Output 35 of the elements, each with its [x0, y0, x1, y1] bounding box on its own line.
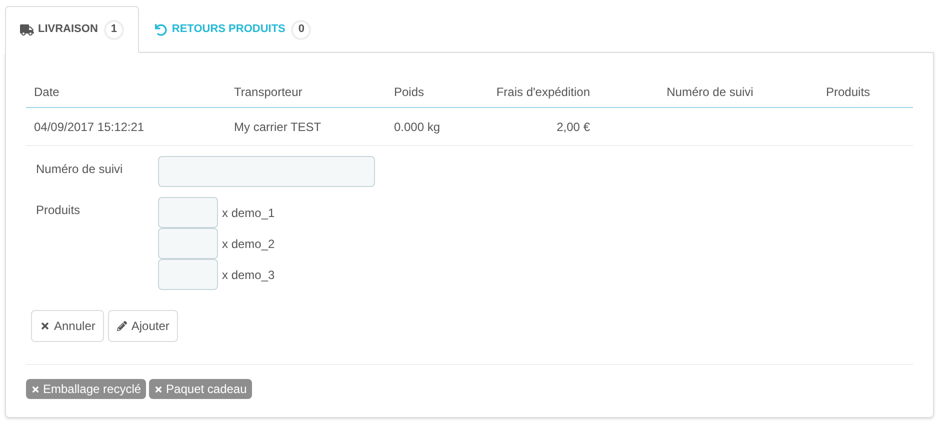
column-header: Produits: [825, 84, 872, 101]
field-label: Produits: [35, 202, 82, 219]
add-button[interactable]: Ajouter: [108, 310, 178, 342]
table-cell-text: 0.000 kg: [393, 118, 442, 136]
close-icon: [31, 384, 40, 394]
tracking-number-field[interactable]: [158, 156, 375, 187]
table-cell-text: 2,00 €: [556, 118, 591, 136]
quantity-field[interactable]: [158, 259, 218, 290]
column-header: Numéro de suivi: [666, 84, 754, 101]
tab-label: RETOURS PRODUITS: [172, 22, 286, 38]
close-icon: [40, 321, 50, 331]
tab-count: 0: [291, 20, 312, 40]
column-header: Date: [33, 84, 60, 101]
option-badge: Paquet cadeau: [149, 379, 252, 399]
table-cell-text: 04/09/2017 15:12:21: [33, 118, 146, 136]
column-header: Transporteur: [233, 84, 304, 101]
close-icon: [154, 384, 164, 394]
tab-count: 1: [104, 20, 124, 40]
option-badge: Emballage recyclé: [26, 379, 146, 399]
tab[interactable]: RETOURS PRODUITS 0: [138, 6, 326, 53]
undo-icon: [154, 24, 168, 36]
tab[interactable]: LIVRAISON 1: [5, 6, 139, 53]
cancel-button[interactable]: Annuler: [31, 310, 104, 342]
column-header: Frais d'expédition: [495, 84, 591, 101]
product-name: x demo_1: [222, 204, 275, 222]
column-header: Poids: [393, 84, 426, 101]
product-name: x demo_3: [222, 266, 275, 284]
product-name: x demo_2: [222, 236, 275, 252]
truck-icon: [20, 24, 34, 36]
field-label: Numéro de suivi: [35, 161, 124, 178]
pencil-icon: [117, 321, 128, 331]
quantity-field[interactable]: [158, 197, 218, 228]
quantity-field[interactable]: [158, 228, 218, 259]
table-cell-text: My carrier TEST: [233, 118, 322, 136]
tab-label: LIVRAISON: [38, 22, 98, 38]
